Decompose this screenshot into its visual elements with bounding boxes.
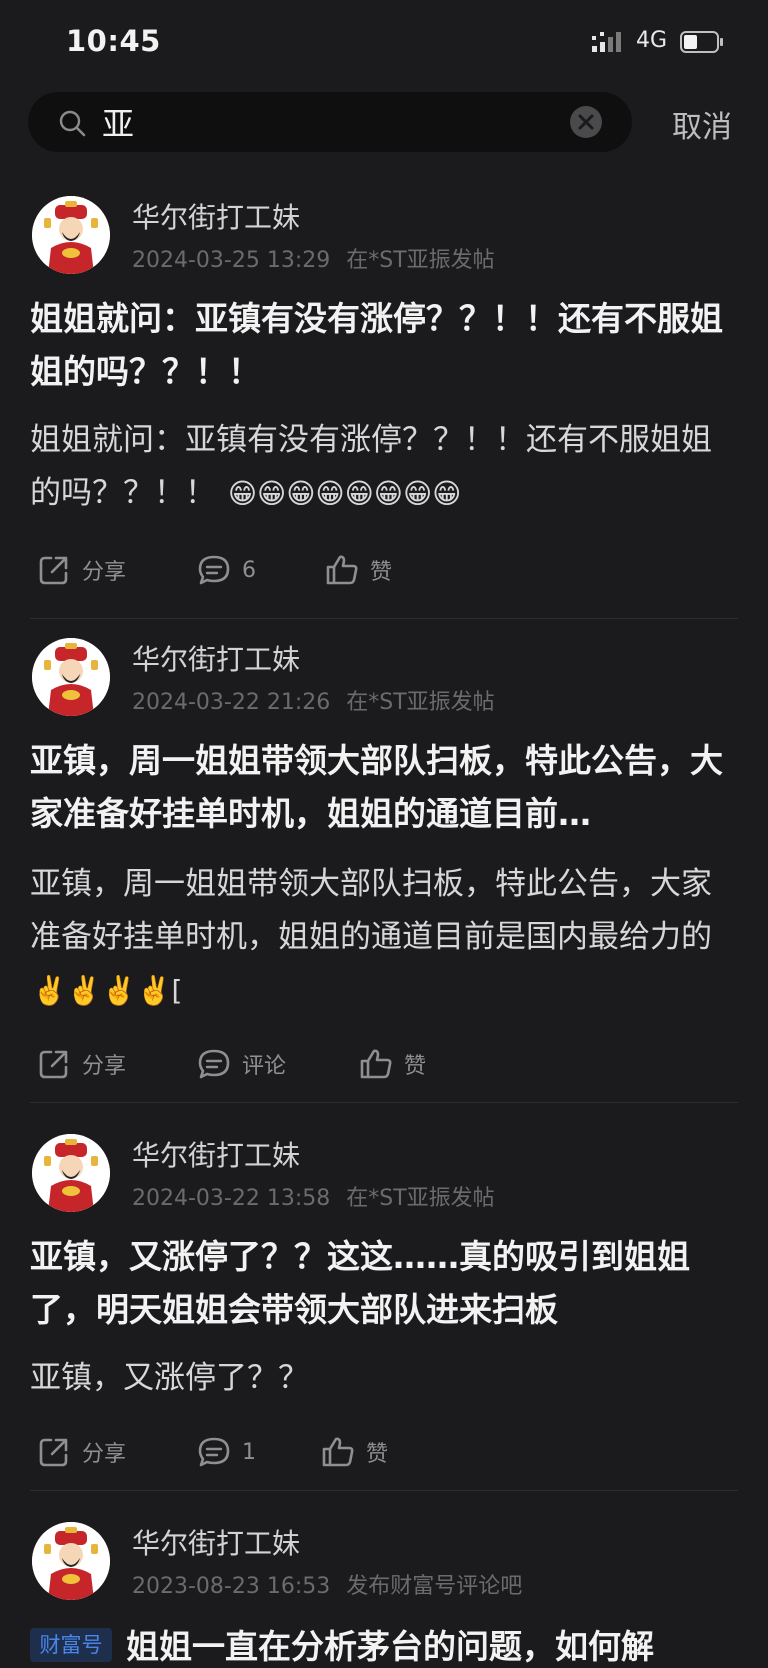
post-meta: 2024-03-22 21:26 在*ST亚振发帖 xyxy=(132,684,495,716)
avatar[interactable] xyxy=(32,638,110,716)
share-icon xyxy=(39,1050,68,1079)
comment-icon xyxy=(198,1437,230,1467)
post-source[interactable]: 在*ST亚振发帖 xyxy=(346,690,494,715)
post-datetime: 2023-08-23 16:53 xyxy=(132,1574,331,1599)
share-label: 分享 xyxy=(82,1442,127,1467)
author-name[interactable]: 华尔街打工妹 xyxy=(132,196,300,236)
comment-button[interactable]: 6 xyxy=(196,550,256,590)
post-source[interactable]: 在*ST亚振发帖 xyxy=(346,248,494,273)
search-bar[interactable] xyxy=(28,92,632,152)
share-icon xyxy=(39,556,68,585)
like-label: 赞 xyxy=(370,560,393,585)
post-source[interactable]: 发布财富号评论吧 xyxy=(346,1574,522,1599)
post-actions: 分享 1 赞 xyxy=(0,1432,768,1472)
post-title[interactable]: 姐姐就问：亚镇有没有涨停？？！！还有不服姐姐的吗？？！！ xyxy=(30,292,742,398)
like-icon xyxy=(326,555,358,585)
divider xyxy=(30,618,738,619)
post-title[interactable]: 亚镇，周一姐姐带领大部队扫板，特此公告，大家准备好挂单时机，姐姐的通道目前… xyxy=(30,734,742,840)
post-actions: 分享 评论 赞 xyxy=(0,1044,768,1084)
status-bar: 10:45 4G xyxy=(0,0,768,84)
author-name[interactable]: 华尔街打工妹 xyxy=(132,638,300,678)
post-source[interactable]: 在*ST亚振发帖 xyxy=(346,1186,494,1211)
share-button[interactable]: 分享 xyxy=(36,1432,126,1472)
author-name[interactable]: 华尔街打工妹 xyxy=(132,1522,300,1562)
post-datetime: 2024-03-22 13:58 xyxy=(132,1186,331,1211)
post-body-text: 亚镇，周一姐姐带领大部队扫板，特此公告，大家准备好挂单时机，姐姐的通道目前是国内… xyxy=(30,866,712,955)
post-body-text: 亚镇，又涨停了？？ xyxy=(30,1360,309,1396)
comment-icon xyxy=(198,555,230,585)
share-button[interactable]: 分享 xyxy=(36,1044,126,1084)
post-emoji: ✌️✌️✌️✌️[ xyxy=(32,974,183,1007)
avatar[interactable] xyxy=(32,1522,110,1600)
cancel-button[interactable]: 取消 xyxy=(672,102,732,146)
post-body[interactable]: 姐姐就问：亚镇有没有涨停？？！！还有不服姐姐的吗？？！！ 😁😁😁😁😁😁😁😁 xyxy=(30,414,742,520)
post-body[interactable]: 亚镇，周一姐姐带领大部队扫板，特此公告，大家准备好挂单时机，姐姐的通道目前是国内… xyxy=(30,858,742,1017)
comment-count: 6 xyxy=(242,557,256,583)
post-title[interactable]: 姐姐一直在分析茅台的问题，如何解 xyxy=(126,1620,654,1668)
network-type: 4G xyxy=(636,28,668,53)
post-datetime: 2024-03-25 13:29 xyxy=(132,248,331,273)
comment-label: 评论 xyxy=(242,1054,287,1079)
comment-count: 1 xyxy=(242,1439,256,1465)
share-button[interactable]: 分享 xyxy=(36,550,126,590)
search-icon xyxy=(59,110,86,137)
author-name[interactable]: 华尔街打工妹 xyxy=(132,1134,300,1174)
battery-icon xyxy=(680,31,723,53)
post-meta: 2023-08-23 16:53 发布财富号评论吧 xyxy=(132,1568,522,1600)
like-label: 赞 xyxy=(404,1054,427,1079)
avatar-caishen-icon xyxy=(32,1522,110,1600)
divider xyxy=(30,1490,738,1491)
post-body[interactable]: 亚镇，又涨停了？？ xyxy=(30,1352,742,1405)
avatar-caishen-icon xyxy=(32,196,110,274)
post-meta: 2024-03-25 13:29 在*ST亚振发帖 xyxy=(132,242,495,274)
comment-button[interactable]: 1 xyxy=(196,1432,256,1472)
like-icon xyxy=(322,1437,354,1467)
avatar-caishen-icon xyxy=(32,1134,110,1212)
avatar[interactable] xyxy=(32,196,110,274)
like-label: 赞 xyxy=(366,1442,389,1467)
like-button[interactable]: 赞 xyxy=(324,550,392,590)
clear-search-button[interactable] xyxy=(570,106,602,138)
share-icon xyxy=(39,1438,68,1467)
like-button[interactable]: 赞 xyxy=(320,1432,388,1472)
signal-icon xyxy=(592,32,621,52)
like-icon xyxy=(360,1049,392,1079)
avatar-caishen-icon xyxy=(32,638,110,716)
share-label: 分享 xyxy=(82,1054,127,1079)
post-actions: 分享 6 赞 xyxy=(0,550,768,590)
share-label: 分享 xyxy=(82,560,127,585)
caifuhao-badge: 财富号 xyxy=(30,1628,112,1662)
post-datetime: 2024-03-22 21:26 xyxy=(132,690,331,715)
post-meta: 2024-03-22 13:58 在*ST亚振发帖 xyxy=(132,1180,495,1212)
clear-icon xyxy=(578,114,594,130)
post-emoji: 😁😁😁😁😁😁😁😁 xyxy=(227,477,462,510)
status-time: 10:45 xyxy=(66,24,161,58)
divider xyxy=(30,1102,738,1103)
avatar[interactable] xyxy=(32,1134,110,1212)
like-button[interactable]: 赞 xyxy=(358,1044,426,1084)
search-input[interactable] xyxy=(102,99,562,145)
comment-button[interactable]: 评论 xyxy=(196,1044,286,1084)
comment-icon xyxy=(198,1049,230,1079)
post-title[interactable]: 亚镇，又涨停了？？这这……真的吸引到姐姐了，明天姐姐会带领大部队进来扫板 xyxy=(30,1230,742,1336)
